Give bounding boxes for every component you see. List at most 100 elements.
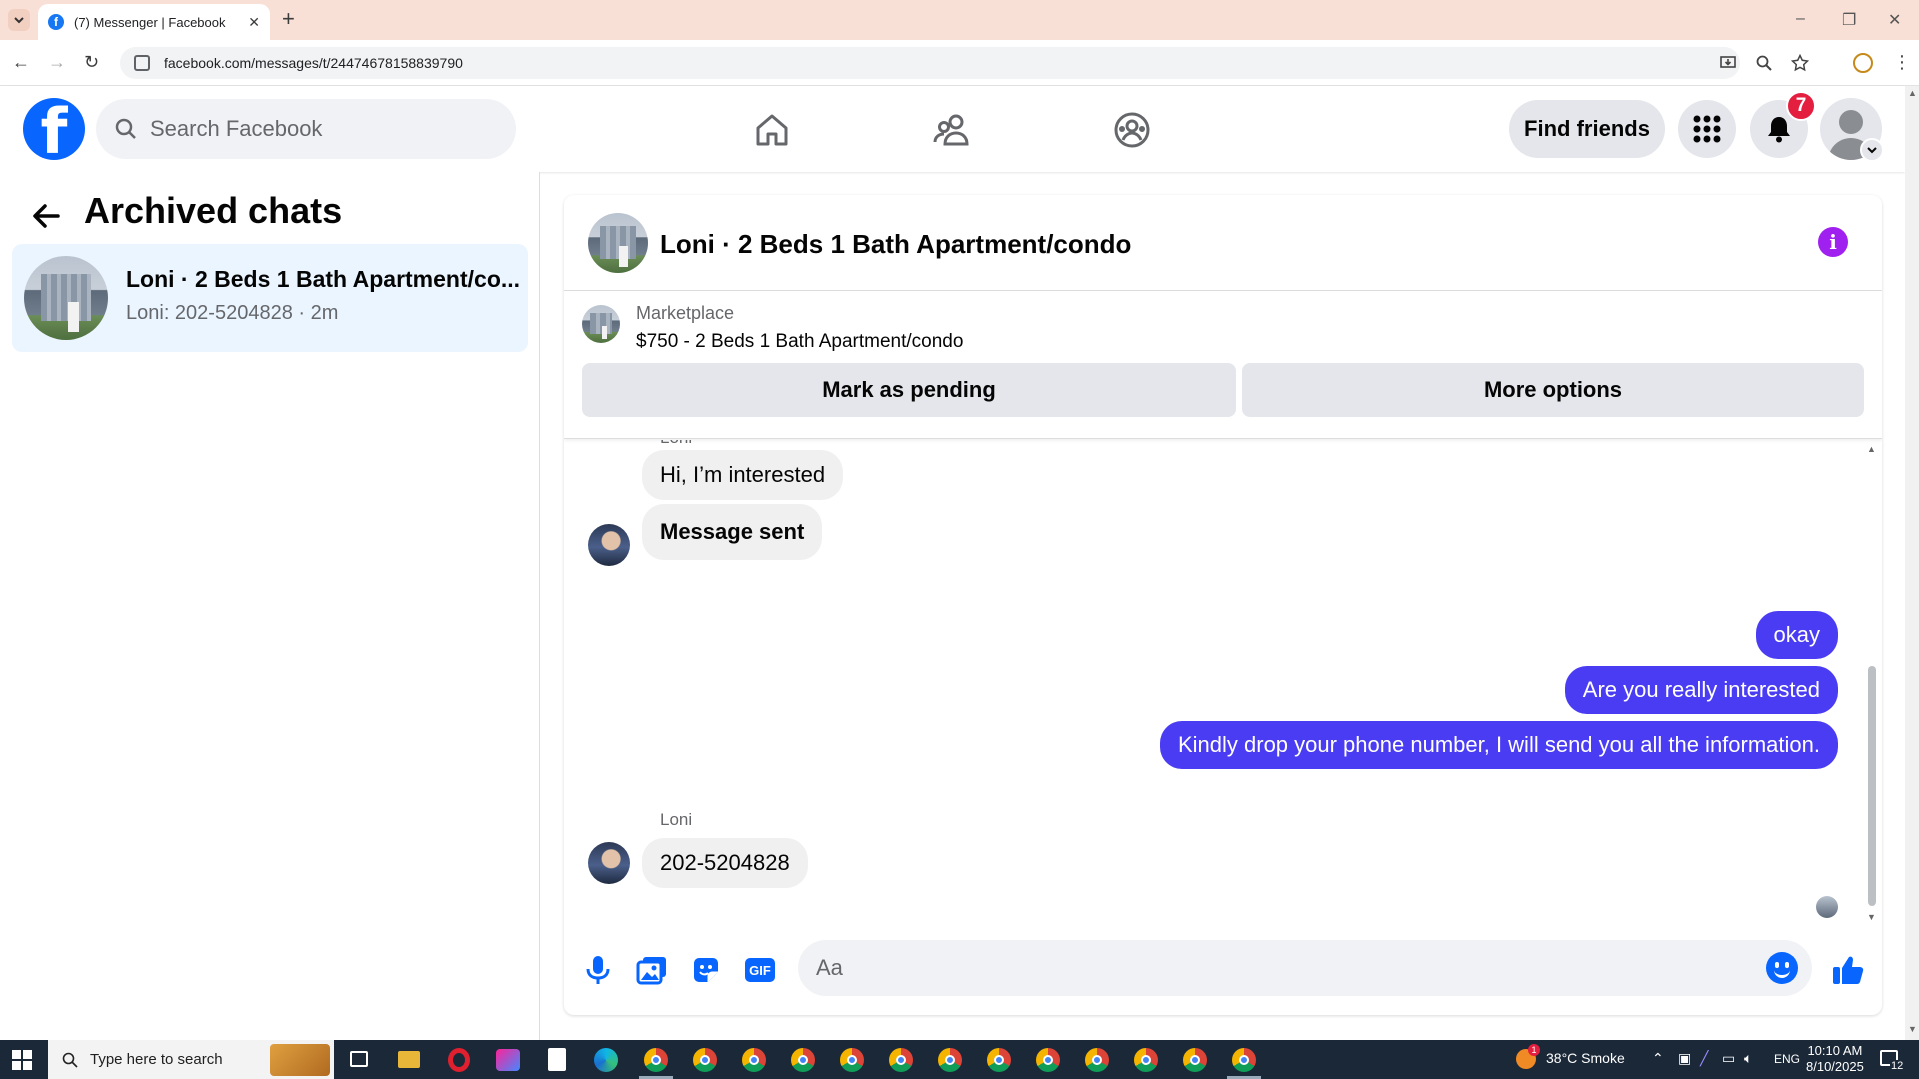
facebook-favicon-icon: f: [48, 14, 64, 30]
conversation-header: Loni · 2 Beds 1 Bath Apartment/condo i: [564, 195, 1882, 291]
message-input[interactable]: [816, 955, 1716, 981]
scroll-up-icon[interactable]: ▲: [1867, 444, 1876, 454]
chrome-window-icon[interactable]: [1036, 1048, 1060, 1072]
language-indicator[interactable]: ENG: [1774, 1052, 1800, 1066]
address-bar[interactable]: facebook.com/messages/t/2447467815883979…: [120, 47, 1740, 79]
chat-list-item[interactable]: Loni · 2 Beds 1 Bath Apartment/co... Lon…: [12, 244, 528, 352]
message-bubble-incoming[interactable]: Message sent: [642, 504, 823, 560]
edge-icon[interactable]: [594, 1048, 618, 1072]
chrome-window-icon[interactable]: [742, 1048, 766, 1072]
minimize-window-icon[interactable]: –: [1796, 10, 1805, 28]
message-scrollbar[interactable]: ▲ ▼: [1864, 440, 1878, 930]
zoom-icon[interactable]: [1755, 54, 1773, 72]
opera-icon[interactable]: [448, 1048, 470, 1072]
site-info-icon[interactable]: [134, 55, 150, 71]
chrome-window-icon[interactable]: [644, 1048, 668, 1072]
page-scroll-up-icon[interactable]: ▲: [1908, 88, 1917, 98]
gif-button[interactable]: GIF: [742, 952, 778, 988]
chrome-window-icon[interactable]: [791, 1048, 815, 1072]
conversation-title[interactable]: Loni · 2 Beds 1 Bath Apartment/condo: [660, 229, 1131, 260]
file-explorer-icon[interactable]: [398, 1051, 420, 1068]
chrome-window-icon[interactable]: [938, 1048, 962, 1072]
facebook-logo-icon[interactable]: f: [23, 98, 85, 160]
pen-tray-icon[interactable]: ╱: [1700, 1050, 1708, 1067]
microphone-icon: [586, 956, 610, 984]
scrollbar-thumb[interactable]: [1868, 666, 1876, 906]
listing-thumbnail-small[interactable]: [582, 305, 620, 343]
chrome-window-icon[interactable]: [987, 1048, 1011, 1072]
message-bubble-outgoing[interactable]: Kindly drop your phone number, I will se…: [1159, 721, 1838, 769]
account-menu-chevron-icon[interactable]: [1860, 138, 1884, 162]
sender-avatar[interactable]: [588, 524, 630, 566]
message-bubble-outgoing[interactable]: Are you really interested: [1564, 666, 1838, 714]
chat-name: Loni · 2 Beds 1 Bath Apartment/co...: [126, 266, 521, 292]
search-input[interactable]: [150, 116, 490, 142]
friends-nav-button[interactable]: [928, 106, 976, 154]
url-text: facebook.com/messages/t/2447467815883979…: [164, 55, 463, 71]
message-input-box[interactable]: [798, 940, 1812, 996]
app-icon[interactable]: [496, 1049, 520, 1071]
sticker-button[interactable]: [688, 952, 724, 988]
chrome-window-icon[interactable]: [1085, 1048, 1109, 1072]
home-nav-button[interactable]: [748, 106, 796, 154]
back-nav-icon[interactable]: ←: [12, 52, 30, 73]
taskbar-clock[interactable]: 10:10 AM 8/10/2025: [1806, 1043, 1864, 1075]
home-icon: [756, 114, 788, 146]
restore-window-icon[interactable]: ❐: [1842, 10, 1856, 30]
volume-icon[interactable]: 🔈︎: [1744, 1050, 1752, 1067]
message-bubble-outgoing[interactable]: okay: [1755, 611, 1838, 659]
tray-app-icon[interactable]: ▣: [1678, 1050, 1691, 1067]
notepad-icon[interactable]: [548, 1048, 566, 1071]
tab-search-button[interactable]: [8, 9, 30, 31]
windows-start-icon[interactable]: [12, 1050, 32, 1070]
back-button[interactable]: [28, 198, 64, 239]
attach-photo-button[interactable]: [634, 952, 670, 988]
sender-avatar[interactable]: [588, 842, 630, 884]
more-options-button[interactable]: More options: [1242, 363, 1864, 417]
message-bubble-incoming[interactable]: Hi, I’m interested: [642, 450, 844, 500]
show-hidden-icons-icon[interactable]: ⌃: [1652, 1050, 1664, 1067]
info-icon[interactable]: i: [1818, 227, 1848, 257]
chrome-window-icon[interactable]: [693, 1048, 717, 1072]
find-friends-button[interactable]: Find friends: [1509, 100, 1665, 158]
reload-icon[interactable]: ↻: [84, 52, 99, 73]
mark-as-pending-button[interactable]: Mark as pending: [582, 363, 1236, 417]
close-window-icon[interactable]: ✕: [1888, 10, 1901, 30]
groups-nav-button[interactable]: [1108, 106, 1156, 154]
bookmark-star-icon[interactable]: [1790, 53, 1810, 72]
message-thread: Loni Hi, I’m interested Message sent oka…: [564, 440, 1864, 930]
send-like-button[interactable]: [1830, 952, 1866, 988]
menu-button[interactable]: [1678, 100, 1736, 158]
chrome-window-icon[interactable]: [889, 1048, 913, 1072]
chrome-window-icon[interactable]: [1134, 1048, 1158, 1072]
browser-profile-icon[interactable]: [1853, 53, 1873, 73]
forward-nav-icon[interactable]: →: [48, 52, 66, 73]
chat-preview: Loni: 202-5204828 · 2m: [126, 302, 339, 324]
conversation-panel: Loni · 2 Beds 1 Bath Apartment/condo i M…: [564, 195, 1882, 1015]
listing-thumbnail: [24, 256, 108, 340]
scroll-down-icon[interactable]: ▼: [1867, 912, 1876, 922]
chrome-window-icon[interactable]: [1183, 1048, 1207, 1072]
weather-text[interactable]: 38°C Smoke: [1546, 1050, 1625, 1066]
browser-menu-icon[interactable]: ⋮: [1893, 52, 1911, 73]
facebook-search-box[interactable]: [96, 99, 516, 159]
network-icon[interactable]: ▭: [1722, 1050, 1735, 1067]
chrome-window-icon[interactable]: [840, 1048, 864, 1072]
task-view-icon[interactable]: [350, 1051, 368, 1067]
browser-tab-active[interactable]: f (7) Messenger | Facebook ✕: [38, 4, 270, 40]
arrow-left-icon: [33, 204, 60, 228]
page-scroll-down-icon[interactable]: ▼: [1908, 1024, 1917, 1034]
new-tab-button[interactable]: +: [282, 8, 295, 30]
page-scrollbar[interactable]: ▲ ▼: [1905, 86, 1919, 1040]
taskbar-search-box[interactable]: Type here to search: [48, 1040, 334, 1079]
apps-grid-icon: [1693, 115, 1721, 143]
emoji-icon[interactable]: [1766, 952, 1798, 984]
chrome-window-icon[interactable]: [1232, 1048, 1256, 1072]
install-app-icon[interactable]: [1719, 54, 1737, 72]
conversation-avatar[interactable]: [588, 213, 648, 273]
voice-clip-button[interactable]: [580, 952, 616, 988]
listing-title[interactable]: $750 - 2 Beds 1 Bath Apartment/condo: [636, 331, 963, 353]
message-bubble-incoming[interactable]: 202-5204828: [642, 838, 808, 888]
close-tab-icon[interactable]: ✕: [248, 14, 260, 31]
marketplace-listing-bar: Marketplace $750 - 2 Beds 1 Bath Apartme…: [564, 291, 1882, 439]
